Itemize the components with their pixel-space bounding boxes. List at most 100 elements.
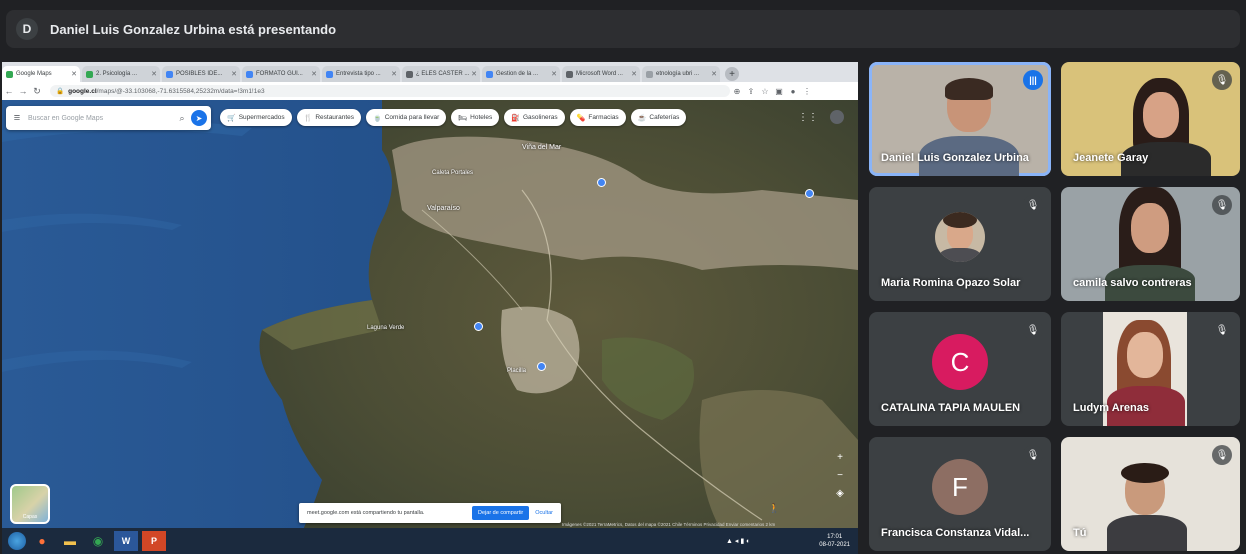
browser-tab[interactable]: Microsoft Word ... ✕ <box>562 66 640 82</box>
stop-sharing-button[interactable]: Dejar de compartir <box>472 506 530 520</box>
chip-restaurantes[interactable]: 🍴 Restaurantes <box>296 109 361 126</box>
profile-icon[interactable]: ● <box>786 87 800 96</box>
browser-tab[interactable]: POSIBLES IDE... ✕ <box>162 66 240 82</box>
install-icon[interactable]: ⊕ <box>730 87 744 96</box>
extensions-icon[interactable]: ▣ <box>772 87 786 96</box>
menu-icon[interactable]: ≡ <box>6 112 28 124</box>
chip-comida[interactable]: 🍵 Comida para llevar <box>366 109 447 126</box>
close-icon[interactable]: ✕ <box>151 70 157 78</box>
close-icon[interactable]: ✕ <box>471 70 477 78</box>
close-icon[interactable]: ✕ <box>231 70 237 78</box>
satellite-map[interactable]: Viña del Mar Caleta Portales Valparaíso … <box>2 100 858 532</box>
tab-favicon-icon <box>406 70 413 78</box>
share-icon[interactable]: ⇪ <box>744 87 758 96</box>
tab-favicon-icon <box>486 70 493 78</box>
menu-icon[interactable]: ⋮ <box>800 87 814 96</box>
folder-icon[interactable]: ▬ <box>58 531 82 551</box>
mic-off-icon: 🎙 <box>1212 195 1232 215</box>
compass-icon[interactable]: ◈ <box>834 488 846 500</box>
map-label-valparaiso: Valparaíso <box>427 205 460 212</box>
participant-avatar: F <box>932 459 988 516</box>
browser-tab[interactable]: Gestion de la ... ✕ <box>482 66 560 82</box>
map-pin-icon[interactable] <box>805 189 814 198</box>
tab-favicon-icon <box>326 70 333 78</box>
participant-name: Francisca Constanza Vidal... <box>881 527 1030 539</box>
participant-tile[interactable]: 🎙 Maria Romina Opazo Solar <box>869 187 1051 301</box>
tab-favicon-icon <box>646 70 653 78</box>
tab-favicon-icon <box>246 70 253 78</box>
start-icon[interactable] <box>8 532 26 550</box>
category-chips: 🛒 Supermercados 🍴 Restaurantes 🍵 Comida par… <box>220 109 691 126</box>
participant-tile[interactable]: 🎙 Tú <box>1061 437 1240 551</box>
zoom-out-icon[interactable]: − <box>834 470 846 482</box>
browser-tab[interactable]: etnología ubri ... ✕ <box>642 66 720 82</box>
chip-label: Gasolineras <box>522 114 558 121</box>
participant-avatar: C <box>932 334 988 391</box>
back-icon[interactable]: ← <box>2 86 16 96</box>
map-pin-icon[interactable] <box>597 178 606 187</box>
close-icon[interactable]: ✕ <box>71 70 77 78</box>
directions-icon[interactable]: ➤ <box>191 110 207 126</box>
participant-tile[interactable]: 🎙 Ludym Arenas <box>1061 312 1240 426</box>
pegman-icon[interactable]: 🚶 <box>769 503 780 514</box>
tab-label: Entrevista tipo ... <box>336 71 381 77</box>
browser-tab[interactable]: ¿ ELES CASTER ... ✕ <box>402 66 480 82</box>
map-pin-icon[interactable] <box>537 362 546 371</box>
participant-name: Tú <box>1073 527 1087 539</box>
participant-avatar <box>935 212 985 263</box>
participant-tile[interactable]: F 🎙 Francisca Constanza Vidal... <box>869 437 1051 551</box>
participant-name: CATALINA TAPIA MAULEN <box>881 402 1021 414</box>
chip-gasolineras[interactable]: ⛽ Gasolineras <box>504 109 565 126</box>
hide-button[interactable]: Ocultar <box>535 510 553 516</box>
search-input[interactable]: Buscar en Google Maps <box>28 115 103 122</box>
browser-tab[interactable]: Google Maps ✕ <box>2 66 80 82</box>
account-icon[interactable] <box>830 110 844 124</box>
reload-icon[interactable]: ↻ <box>30 86 44 97</box>
participant-tile[interactable]: C 🎙 CATALINA TAPIA MAULEN <box>869 312 1051 426</box>
participant-name: camila salvo contreras <box>1073 277 1192 289</box>
chip-cafeterias[interactable]: ☕ Cafeterías <box>630 109 687 126</box>
forward-icon[interactable]: → <box>16 86 30 96</box>
close-icon[interactable]: ✕ <box>551 70 557 78</box>
firefox-icon[interactable]: ● <box>30 531 54 551</box>
url-host: google.cl <box>68 87 97 95</box>
clock[interactable]: 17:01 08-07-2021 <box>819 533 850 549</box>
map-pin-icon[interactable] <box>474 322 483 331</box>
participant-tile[interactable]: 🎙 Jeanete Garay <box>1061 62 1240 176</box>
chrome-icon[interactable]: ◉ <box>86 531 110 551</box>
layers-button[interactable]: Capas <box>10 484 50 524</box>
presenter-avatar: D <box>16 18 38 40</box>
chip-farmacias[interactable]: 💊 Farmacias <box>569 109 626 126</box>
layers-label: Capas <box>22 514 38 520</box>
apps-grid-icon[interactable]: ⋮⋮ <box>798 112 818 123</box>
takeout-icon: 🍵 <box>373 114 382 122</box>
participant-name: Daniel Luis Gonzalez Urbina <box>881 152 1029 164</box>
mic-off-icon: 🎙 <box>1212 445 1232 465</box>
map-search-box[interactable]: ≡ Buscar en Google Maps ⌕ ➤ <box>6 106 211 130</box>
fork-knife-icon: 🍴 <box>303 114 313 122</box>
browser-tab[interactable]: 2. Psicología ... ✕ <box>82 66 160 82</box>
participant-tile[interactable]: 🎙 camila salvo contreras <box>1061 187 1240 301</box>
tab-favicon-icon <box>86 70 93 78</box>
search-icon[interactable]: ⌕ <box>173 113 191 124</box>
shared-screen: Google Maps ✕ 2. Psicología ... ✕ POSIBLES… <box>2 62 858 554</box>
close-icon[interactable]: ✕ <box>311 70 317 78</box>
url-field[interactable]: 🔒 google.cl/maps/@-33.103068,-71.6315584… <box>50 85 730 97</box>
powerpoint-icon[interactable]: P <box>142 531 166 551</box>
new-tab-button[interactable]: + <box>725 67 739 81</box>
close-icon[interactable]: ✕ <box>711 70 717 78</box>
browser-tab[interactable]: Entrevista tipo ... ✕ <box>322 66 400 82</box>
participant-tile[interactable]: ||| Daniel Luis Gonzalez Urbina <box>869 62 1051 176</box>
zoom-in-icon[interactable]: + <box>834 452 846 464</box>
chip-supermercados[interactable]: 🛒 Supermercados <box>220 109 292 126</box>
star-icon[interactable]: ☆ <box>758 87 772 96</box>
chip-hoteles[interactable]: 🛏 Hoteles <box>451 109 500 126</box>
chip-label: Supermercados <box>238 114 285 121</box>
browser-tab[interactable]: FORMATO GUI... ✕ <box>242 66 320 82</box>
tab-favicon-icon <box>166 70 173 78</box>
word-icon[interactable]: W <box>114 531 138 551</box>
presenting-banner: D Daniel Luis Gonzalez Urbina está prese… <box>6 10 1240 48</box>
close-icon[interactable]: ✕ <box>391 70 397 78</box>
close-icon[interactable]: ✕ <box>631 70 637 78</box>
tray-icons[interactable]: ▲ ◂ ▮ ◐ <box>726 537 750 545</box>
